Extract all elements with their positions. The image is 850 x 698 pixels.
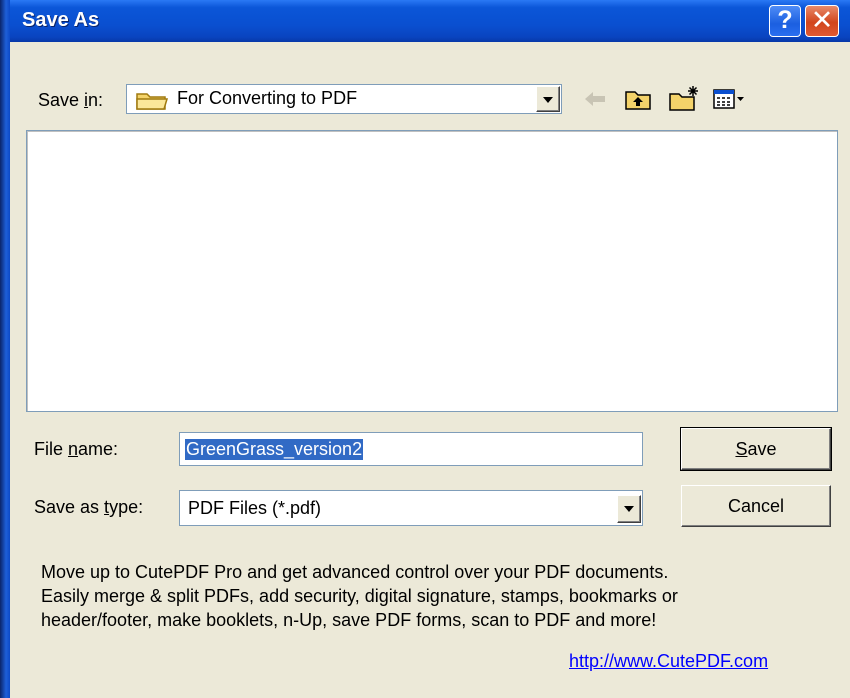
close-button[interactable]: ✕	[805, 5, 839, 37]
file-name-input[interactable]: GreenGrass_version2	[179, 432, 643, 466]
save-in-label: Save in:	[38, 90, 104, 110]
cancel-button[interactable]: Cancel	[681, 485, 831, 527]
new-folder-icon[interactable]	[668, 84, 702, 117]
file-list-view[interactable]	[26, 130, 838, 412]
title-bar[interactable]: Save As ? ✕	[0, 0, 850, 42]
promo-text: Move up to CutePDF Pro and get advanced …	[41, 560, 831, 632]
folder-icon	[135, 89, 169, 116]
promo-line: header/footer, make booklets, n-Up, save…	[41, 610, 657, 630]
up-folder-icon[interactable]	[624, 86, 652, 117]
save-as-type-label: Save as type:	[34, 497, 144, 517]
save-as-dialog: Save As ? ✕ Save in: For Converting to P…	[0, 0, 850, 698]
help-button[interactable]: ?	[769, 5, 801, 37]
file-name-label: File name:	[34, 439, 119, 459]
chevron-down-icon[interactable]	[536, 86, 560, 112]
window-border	[0, 0, 10, 698]
save-button[interactable]: Save	[680, 427, 832, 471]
window-title: Save As	[22, 9, 100, 31]
view-menu-icon[interactable]	[712, 88, 746, 117]
file-name-value: GreenGrass_version2	[185, 439, 364, 460]
promo-line: Move up to CutePDF Pro and get advanced …	[41, 562, 669, 582]
chevron-down-icon[interactable]	[617, 495, 641, 523]
save-as-type-dropdown[interactable]: PDF Files (*.pdf)	[179, 490, 643, 526]
promo-line: Easily merge & split PDFs, add security,…	[41, 586, 678, 606]
save-in-value: For Converting to PDF	[177, 88, 358, 108]
back-arrow-icon[interactable]	[582, 88, 608, 115]
save-as-type-value: PDF Files (*.pdf)	[188, 498, 322, 518]
cutepdf-link[interactable]: http://www.CutePDF.com	[569, 651, 768, 672]
save-in-dropdown[interactable]: For Converting to PDF	[126, 84, 562, 114]
